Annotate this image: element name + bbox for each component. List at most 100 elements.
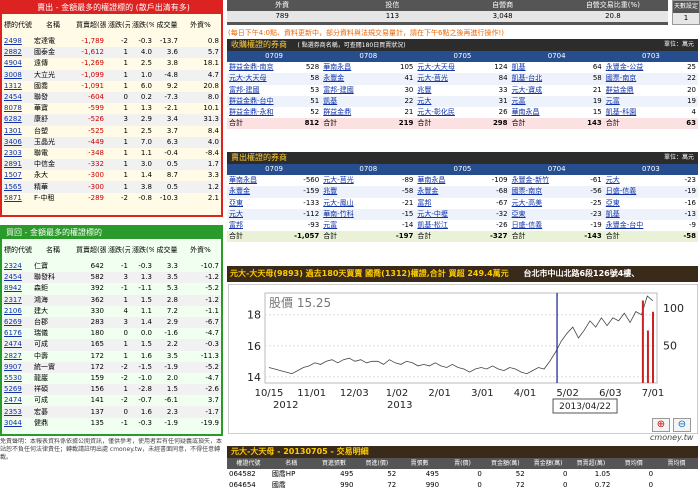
days-value[interactable]: 1 bbox=[673, 13, 699, 24]
stock-code-link[interactable]: 1565 bbox=[2, 181, 32, 193]
stock-code-link[interactable]: 9907 bbox=[2, 361, 32, 373]
stock-code-link[interactable]: 8942 bbox=[2, 283, 32, 294]
days-setting[interactable]: 天數設定 1 bbox=[672, 0, 700, 25]
broker-name-link[interactable]: 兆豐 bbox=[321, 186, 368, 197]
broker-name-link[interactable]: 元大-莒光 bbox=[321, 175, 368, 186]
stock-code-link[interactable]: 2474 bbox=[2, 395, 32, 406]
buy-broker-dates: 0709 0708 0705 0704 0703 bbox=[227, 51, 698, 63]
stock-value: -2 bbox=[106, 361, 130, 373]
stock-code-link[interactable]: 2498 bbox=[2, 36, 32, 47]
broker-name-link[interactable]: 群益金鼎 bbox=[321, 107, 368, 118]
broker-name-link[interactable]: 元富 bbox=[321, 220, 368, 231]
stock-name: 宏達電 bbox=[34, 37, 55, 46]
broker-amount: 528 bbox=[305, 63, 320, 72]
broker-name-link[interactable]: 國票-南京 bbox=[604, 73, 651, 84]
broker-name-link[interactable]: 華南永昌 bbox=[321, 62, 368, 73]
broker-amount: -56 bbox=[590, 187, 602, 196]
broker-name-link[interactable]: 群益金鼎-永和 bbox=[227, 107, 274, 118]
broker-name-link[interactable]: 元大-鳳山 bbox=[321, 198, 368, 209]
zoom-out-button[interactable]: ⊖ bbox=[673, 418, 691, 432]
stock-code-link[interactable]: 6282 bbox=[2, 114, 32, 126]
broker-name-link[interactable]: 元大-大天母 bbox=[227, 73, 274, 84]
broker-name-link[interactable]: 凱基-科園 bbox=[604, 107, 651, 118]
broker-name-link[interactable]: 永豐金 bbox=[321, 73, 368, 84]
broker-name-link[interactable]: 華南永昌 bbox=[227, 175, 274, 186]
broker-name-link[interactable]: 亞東 bbox=[604, 198, 651, 209]
broker-name-link[interactable]: 日盛-信義 bbox=[510, 220, 557, 231]
broker-name-link[interactable]: 華南永昌 bbox=[510, 107, 557, 118]
stock-code-link[interactable]: 3008 bbox=[2, 69, 32, 81]
stock-code-link[interactable]: 1507 bbox=[2, 170, 32, 181]
broker-name-link[interactable]: 元大 bbox=[604, 175, 651, 186]
broker-name-link[interactable]: 元大-寶成 bbox=[510, 85, 557, 96]
stock-name: 聯電 bbox=[34, 148, 48, 157]
broker-name-link[interactable]: 永豐金-公益 bbox=[604, 62, 651, 73]
stock-code-link[interactable]: 8078 bbox=[2, 103, 32, 114]
broker-name-link[interactable]: 華南-竹科 bbox=[321, 209, 368, 220]
stock-code-link[interactable]: 3044 bbox=[2, 418, 32, 429]
broker-name-link[interactable]: 元大-大天母 bbox=[415, 62, 462, 73]
table-row: 6269 台郡 283 3 1.4 2.9 -6.7 bbox=[2, 316, 221, 329]
zoom-in-button[interactable]: ⊕ bbox=[652, 418, 670, 432]
stock-code-link[interactable]: 2454 bbox=[2, 272, 32, 284]
stock-value: -1.5 bbox=[130, 361, 154, 373]
broker-name-link[interactable]: 元大 bbox=[415, 96, 462, 107]
broker-amount: 53 bbox=[310, 85, 320, 94]
broker-name-link[interactable]: 凱基-松江 bbox=[415, 220, 462, 231]
stock-value: 0 bbox=[106, 406, 130, 418]
broker-name-link[interactable]: 元大-高美 bbox=[510, 198, 557, 209]
stock-code-link[interactable]: 4904 bbox=[2, 58, 32, 69]
broker-name-link[interactable]: 元大-莒光 bbox=[415, 73, 462, 84]
broker-name-link[interactable]: 群益金鼎-台中 bbox=[227, 96, 274, 107]
broker-name-link[interactable]: 亞東 bbox=[227, 198, 274, 209]
broker-name-link[interactable]: 元大-彰化民 bbox=[415, 107, 462, 118]
total-label: 合計 bbox=[323, 119, 338, 128]
stock-code-link[interactable]: 2882 bbox=[2, 47, 32, 59]
detail-col-header: 買進(價) bbox=[365, 460, 389, 468]
broker-name-link[interactable]: 日盛-信義 bbox=[604, 186, 651, 197]
stock-code-link[interactable]: 2474 bbox=[2, 339, 32, 351]
broker-name-link[interactable]: 富邦 bbox=[227, 220, 274, 231]
stock-value: 1.1 bbox=[140, 306, 152, 315]
broker-name-link[interactable]: 凱基 bbox=[604, 209, 651, 220]
broker-name-link[interactable]: 國票-南京 bbox=[510, 186, 557, 197]
broker-name-link[interactable]: 富邦 bbox=[415, 198, 462, 209]
stock-code-link[interactable]: 2317 bbox=[2, 294, 32, 306]
stock-code-link[interactable]: 2303 bbox=[2, 148, 32, 159]
broker-name-link[interactable]: 永豐金 bbox=[227, 186, 274, 197]
stock-code-link[interactable]: 5269 bbox=[2, 384, 32, 396]
broker-name-link[interactable]: 永豐金-台中 bbox=[604, 220, 651, 231]
broker-name-link[interactable]: 凱基-台北 bbox=[510, 73, 557, 84]
broker-name-link[interactable]: 元大 bbox=[227, 209, 274, 220]
broker-name-link[interactable]: 凱基 bbox=[321, 96, 368, 107]
stock-code-link[interactable]: 2353 bbox=[2, 406, 32, 418]
buy-broker-panel: 收購權證的券商 ( 點選券商名稱，可查閱180日買賣狀況) 單位：萬元 0709… bbox=[227, 39, 698, 142]
stock-code-link[interactable]: 2454 bbox=[2, 91, 32, 104]
broker-name-link[interactable]: 兆豐 bbox=[415, 85, 462, 96]
broker-name-link[interactable]: 元富 bbox=[604, 96, 651, 107]
broker-name-link[interactable]: 亞東 bbox=[510, 209, 557, 220]
stock-code-link[interactable]: 1301 bbox=[2, 126, 32, 137]
broker-name-link[interactable]: 富邦-建國 bbox=[227, 85, 274, 96]
broker-name-link[interactable]: 富邦-建國 bbox=[321, 85, 368, 96]
stock-code-link[interactable]: 6269 bbox=[2, 316, 32, 329]
broker-name-link[interactable]: 華南永昌 bbox=[415, 175, 462, 186]
stock-code-link[interactable]: 2891 bbox=[2, 159, 32, 171]
stock-code-link[interactable]: 6176 bbox=[2, 328, 32, 339]
broker-name-link[interactable]: 永豐金 bbox=[415, 186, 462, 197]
stock-code-link[interactable]: 1312 bbox=[2, 81, 32, 92]
broker-name-link[interactable]: 群益金鼎-南京 bbox=[227, 62, 274, 73]
broker-name-link[interactable]: 元富 bbox=[510, 96, 557, 107]
stock-code-link[interactable]: 3406 bbox=[2, 136, 32, 148]
stock-code-link[interactable]: 2106 bbox=[2, 306, 32, 317]
broker-name-link[interactable]: 凱基 bbox=[510, 62, 557, 73]
stock-value: 1.3 bbox=[130, 272, 154, 284]
detail-row: 064582 國喬HP 495 52 495 0 52 0 1.05 0 bbox=[227, 469, 698, 480]
broker-name-link[interactable]: 群益金鼎 bbox=[604, 85, 651, 96]
stock-code-link[interactable]: 5530 bbox=[2, 373, 32, 384]
stock-code-link[interactable]: 2324 bbox=[2, 261, 32, 272]
broker-name-link[interactable]: 元大-中壢 bbox=[415, 209, 462, 220]
broker-name-link[interactable]: 永豐金-新竹 bbox=[510, 175, 557, 186]
stock-code-link[interactable]: 5871 bbox=[2, 193, 32, 204]
stock-code-link[interactable]: 2827 bbox=[2, 351, 32, 362]
